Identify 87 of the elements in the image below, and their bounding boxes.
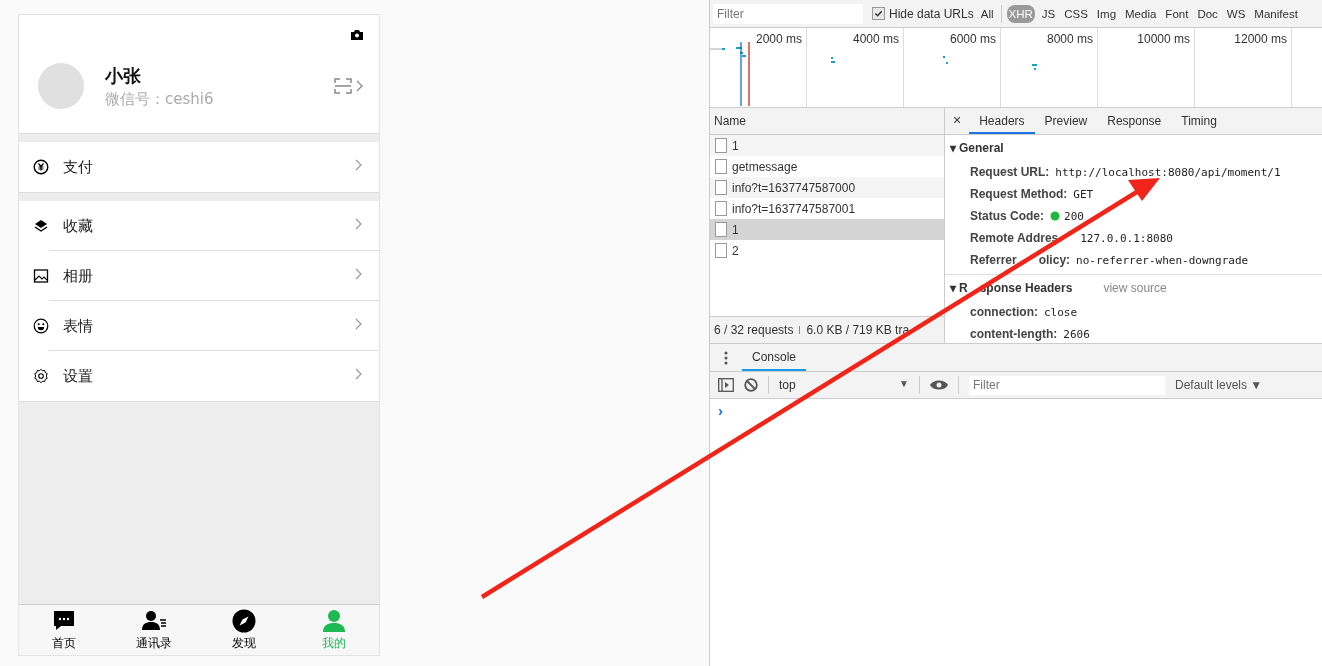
user-name: 小张 <box>105 63 142 88</box>
chevron-icon <box>355 268 362 280</box>
header-name: Referrer <box>970 253 1017 267</box>
console-filter-field[interactable]: Filter <box>969 375 1165 395</box>
time-tick: 4000 ms <box>852 32 899 46</box>
wechat-id: 微信号：ceshi6 <box>105 89 215 109</box>
tab-bar-item[interactable]: 通讯录 <box>109 605 199 655</box>
menu-item[interactable]: 支付 <box>19 142 379 192</box>
details-tab[interactable]: Response <box>1097 108 1172 134</box>
sidebar-icon[interactable] <box>718 378 734 392</box>
menu-item[interactable]: 表情 <box>19 301 379 351</box>
contacts-icon <box>142 608 166 633</box>
type-filter[interactable]: Manifest <box>1252 4 1300 23</box>
more-icon[interactable] <box>724 350 728 365</box>
levels-dropdown[interactable]: Default levels ▼ <box>1175 378 1263 392</box>
checkbox-label: Hide data URLs <box>889 6 974 21</box>
chevron-icon <box>356 80 363 92</box>
type-filter[interactable]: CSS <box>1062 4 1090 23</box>
request-row[interactable]: info?t=1637747587001 <box>710 198 944 219</box>
status-dot-icon <box>1050 211 1060 221</box>
column-header: Name <box>710 108 944 135</box>
details-tab[interactable]: Timing <box>1171 108 1227 134</box>
clear-icon[interactable] <box>744 378 758 392</box>
type-filter[interactable]: Font <box>1163 4 1191 23</box>
type-filter[interactable]: WS <box>1224 4 1248 23</box>
type-filter[interactable]: Media <box>1123 4 1159 23</box>
close-button[interactable]: × <box>945 108 970 134</box>
time-tick: 10000 ms <box>1137 32 1190 46</box>
request-count: 6 / 32 requests <box>714 323 794 337</box>
time-tick: 12000 ms <box>1234 32 1287 46</box>
section-title[interactable]: R <box>959 281 968 295</box>
time-tick: 8000 ms <box>1046 32 1093 46</box>
menu-item[interactable]: 设置 <box>19 351 379 401</box>
details-tab[interactable]: Headers <box>969 108 1035 134</box>
chevron-icon <box>355 159 362 171</box>
checkmark-icon <box>874 9 883 18</box>
context-select[interactable]: top ▼ <box>779 378 909 392</box>
smiley-icon <box>33 318 49 334</box>
header-name: content-length: <box>970 327 1058 341</box>
header-value: 200 <box>1064 209 1084 223</box>
menu-item[interactable]: 相册 <box>19 251 379 301</box>
header-value: 2606 <box>1063 327 1090 341</box>
request-row[interactable]: 1 <box>710 135 944 156</box>
time-tick: 2000 ms <box>755 32 802 46</box>
time-tick: 6000 ms <box>949 32 996 46</box>
settings-icon <box>33 368 49 384</box>
header-value: GET <box>1073 187 1094 201</box>
chevron-icon <box>355 318 362 330</box>
header-value: http://localhost:8080/api/moment/1 <box>1055 165 1281 179</box>
expand-toggle[interactable]: ▾ <box>950 141 956 155</box>
header-name: Status Code: <box>970 209 1044 223</box>
type-filter[interactable]: Doc <box>1195 4 1220 23</box>
chat-icon <box>52 608 76 633</box>
type-filter[interactable]: All <box>978 4 996 23</box>
image-icon <box>33 268 49 284</box>
view-source-link[interactable]: view source <box>1103 281 1167 295</box>
filter-field[interactable]: Filter <box>713 3 863 24</box>
menu-item[interactable]: 收藏 <box>19 201 379 251</box>
checkbox[interactable] <box>872 7 885 20</box>
chevron-icon <box>355 218 362 230</box>
type-filter[interactable]: Img <box>1094 4 1119 23</box>
console-prompt: › <box>718 402 723 419</box>
section-title[interactable]: General <box>959 141 1004 155</box>
header-name: connection: <box>970 305 1038 319</box>
camera-icon[interactable] <box>351 30 363 40</box>
compass-icon <box>232 608 256 633</box>
header-name: olicy: <box>1038 253 1071 267</box>
details-tab[interactable]: Preview <box>1034 108 1098 134</box>
expand-toggle[interactable]: ▾ <box>950 281 956 295</box>
type-filter[interactable]: JS <box>1039 4 1058 23</box>
request-row[interactable]: 2 <box>710 240 944 261</box>
yen-icon <box>33 159 49 175</box>
header-value: no-referrer-when-downgrade <box>1076 253 1249 267</box>
header-value: 127.0.0.1:8080 <box>1080 231 1173 245</box>
request-row[interactable]: 1 <box>710 219 944 240</box>
eye-icon[interactable] <box>930 379 948 391</box>
chevron-icon <box>355 368 362 380</box>
header-name: Remote Addres <box>970 231 1059 245</box>
request-row[interactable]: info?t=1637747587000 <box>710 177 944 198</box>
request-row[interactable]: getmessage <box>710 156 944 177</box>
header-value: close <box>1044 305 1078 319</box>
header-name: Request URL: <box>970 165 1050 179</box>
tab-bar-item[interactable]: 发现 <box>199 605 289 655</box>
layers-icon <box>33 218 49 234</box>
tab-bar-item[interactable]: 首页 <box>19 605 109 655</box>
person-icon <box>322 608 346 633</box>
header-name: Request Method: <box>970 187 1068 201</box>
